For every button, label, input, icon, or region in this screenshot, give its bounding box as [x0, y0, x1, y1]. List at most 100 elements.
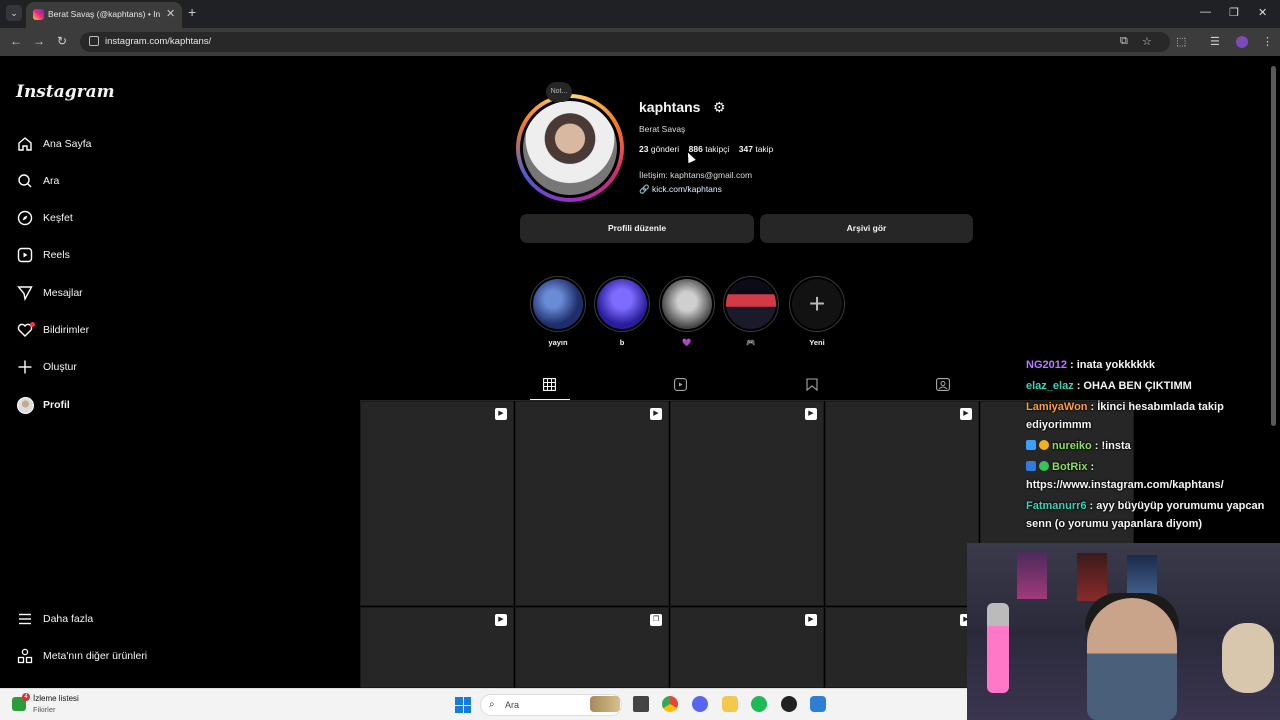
close-tab-icon[interactable]: ✕ [166, 7, 175, 20]
post-thumbnail[interactable]: ▶ [515, 401, 669, 606]
tagged-tab-icon[interactable] [936, 378, 950, 394]
profile-link[interactable]: 🔗 kick.com/kaphtans [639, 184, 722, 195]
bookmark-star-icon[interactable]: ☆ [1142, 35, 1152, 48]
url-text: instagram.com/kaphtans/ [105, 36, 212, 47]
link-icon: 🔗 [639, 184, 650, 194]
chat-message: NG2012: inata yokkkkkk [1026, 359, 1155, 371]
profile-username: kaphtans [639, 99, 701, 115]
gift-badge-icon [1039, 440, 1049, 450]
plus-icon [16, 358, 34, 376]
highlight-item[interactable]: 🎮 [723, 276, 779, 347]
forward-icon[interactable]: → [33, 34, 45, 48]
nav-profile[interactable]: Profil [16, 394, 276, 416]
menu-kebab-icon[interactable]: ⋮ [1262, 35, 1273, 48]
reel-icon: ▶ [495, 614, 507, 626]
nav-meta-products[interactable]: Meta'nın diğer ürünleri [16, 645, 276, 667]
followers-stat[interactable]: 886 takipçi [689, 144, 730, 154]
minimize-icon[interactable]: — [1200, 6, 1211, 18]
widget-badge: 4 [22, 693, 30, 701]
carousel-icon: ❐ [650, 614, 662, 626]
reels-tab-icon[interactable] [674, 378, 687, 394]
widget-subtitle: Fikirler [33, 705, 56, 714]
windows-start-icon[interactable] [455, 697, 471, 713]
obs-icon[interactable] [781, 696, 797, 712]
widget-title[interactable]: İzleme listesi [33, 694, 79, 703]
browser-tab[interactable]: Berat Savaş (@kaphtans) • Insta ✕ [26, 2, 182, 28]
profile-full-name: Berat Savaş [639, 124, 686, 134]
reload-icon[interactable]: ↻ [57, 34, 67, 48]
nav-notifications[interactable]: Bildirimler [16, 319, 276, 341]
nav-messages[interactable]: Mesajlar [16, 282, 276, 304]
compass-icon [16, 209, 34, 227]
instagram-favicon-icon [33, 9, 44, 20]
tab-search-button[interactable]: ⌄ [6, 5, 22, 21]
home-icon [16, 135, 34, 153]
new-tab-button[interactable]: + [188, 4, 196, 20]
nav-home[interactable]: Ana Sayfa [16, 133, 276, 155]
following-stat[interactable]: 347 takip [739, 144, 774, 154]
extensions-icon[interactable]: ⬚ [1176, 35, 1186, 48]
address-bar[interactable]: instagram.com/kaphtans/ ⧉ ☆ [80, 32, 1170, 52]
notification-dot [30, 322, 35, 327]
view-archive-button[interactable]: Arşivi gör [760, 214, 973, 243]
browser-toolbar: ← → ↻ instagram.com/kaphtans/ ⧉ ☆ ⬚ ☰ ⋮ [0, 28, 1280, 56]
heart-icon [16, 321, 35, 339]
post-thumbnail[interactable]: ❐ [515, 607, 669, 688]
profile-avatar-icon [16, 396, 34, 414]
install-app-icon[interactable]: ⧉ [1120, 35, 1128, 48]
reel-icon: ▶ [805, 408, 817, 420]
reading-list-icon[interactable]: ☰ [1210, 35, 1220, 48]
saved-tab-icon[interactable] [806, 378, 818, 394]
post-thumbnail[interactable]: ▶ [825, 607, 979, 688]
nav-create[interactable]: Oluştur [16, 356, 276, 378]
profile-contact: İletişim: kaphtans@gmail.com [639, 170, 753, 180]
post-thumbnail[interactable]: ▶ [825, 401, 979, 606]
nav-more[interactable]: Daha fazla [16, 608, 276, 630]
search-highlight-icon [590, 696, 620, 712]
posts-stat[interactable]: 23 gönderi [639, 144, 679, 154]
discord-icon[interactable] [692, 696, 708, 712]
profile-stats: 23 gönderi 886 takipçi 347 takip [639, 144, 773, 154]
post-thumbnail[interactable]: ▶ [360, 607, 514, 688]
task-view-icon[interactable] [633, 696, 649, 712]
close-window-icon[interactable]: ✕ [1258, 6, 1267, 19]
post-thumbnail[interactable]: ▶ [670, 401, 824, 606]
photos-icon[interactable] [810, 696, 826, 712]
browser-tab-strip: ⌄ Berat Savaş (@kaphtans) • Insta ✕ + — … [0, 0, 1280, 28]
subscriber-badge-icon [1026, 440, 1036, 450]
highlight-item[interactable]: 💜 [659, 276, 715, 347]
profile-photo [523, 101, 617, 195]
profile-avatar-icon[interactable] [1236, 36, 1248, 48]
stream-chat-overlay: NG2012: inata yokkkkkk elaz_elaz: OHAA B… [1026, 356, 1280, 536]
spotify-icon[interactable] [751, 696, 767, 712]
chrome-icon[interactable] [662, 696, 678, 712]
nav-search[interactable]: Ara [16, 170, 276, 192]
nav-reels[interactable]: Reels [16, 244, 276, 266]
reel-icon: ▶ [960, 408, 972, 420]
reels-icon [16, 246, 34, 264]
instagram-logo[interactable]: Instagram [16, 82, 115, 102]
active-tab-underline [530, 399, 570, 400]
chat-message: BotRix: https://www.instagram.com/kaphta… [1026, 461, 1224, 491]
grid-tab-icon[interactable] [543, 378, 556, 394]
reel-icon: ▶ [805, 614, 817, 626]
highlight-item[interactable]: yayın [530, 276, 586, 347]
search-icon [16, 172, 34, 190]
post-thumbnail[interactable]: ▶ [670, 607, 824, 688]
site-info-icon[interactable] [89, 36, 99, 46]
restore-icon[interactable]: ❐ [1229, 6, 1239, 19]
note-bubble[interactable]: Not... [546, 82, 572, 102]
nav-explore[interactable]: Keşfet [16, 207, 276, 229]
back-icon[interactable]: ← [10, 34, 22, 48]
highlight-item[interactable]: b [594, 276, 650, 347]
file-explorer-icon[interactable] [722, 696, 738, 712]
webcam-overlay [967, 543, 1280, 720]
edit-profile-button[interactable]: Profili düzenle [520, 214, 754, 243]
profile-avatar[interactable] [516, 94, 624, 202]
bot-badge-icon [1026, 461, 1036, 471]
settings-gear-icon[interactable]: ⚙ [713, 99, 726, 116]
new-highlight-button[interactable]: + Yeni [789, 276, 845, 347]
post-thumbnail[interactable]: ▶ [360, 401, 514, 606]
search-icon: ⌕ [489, 699, 495, 710]
chat-message: LamiyaWon: İkinci hesabımlada takip ediy… [1026, 401, 1224, 431]
